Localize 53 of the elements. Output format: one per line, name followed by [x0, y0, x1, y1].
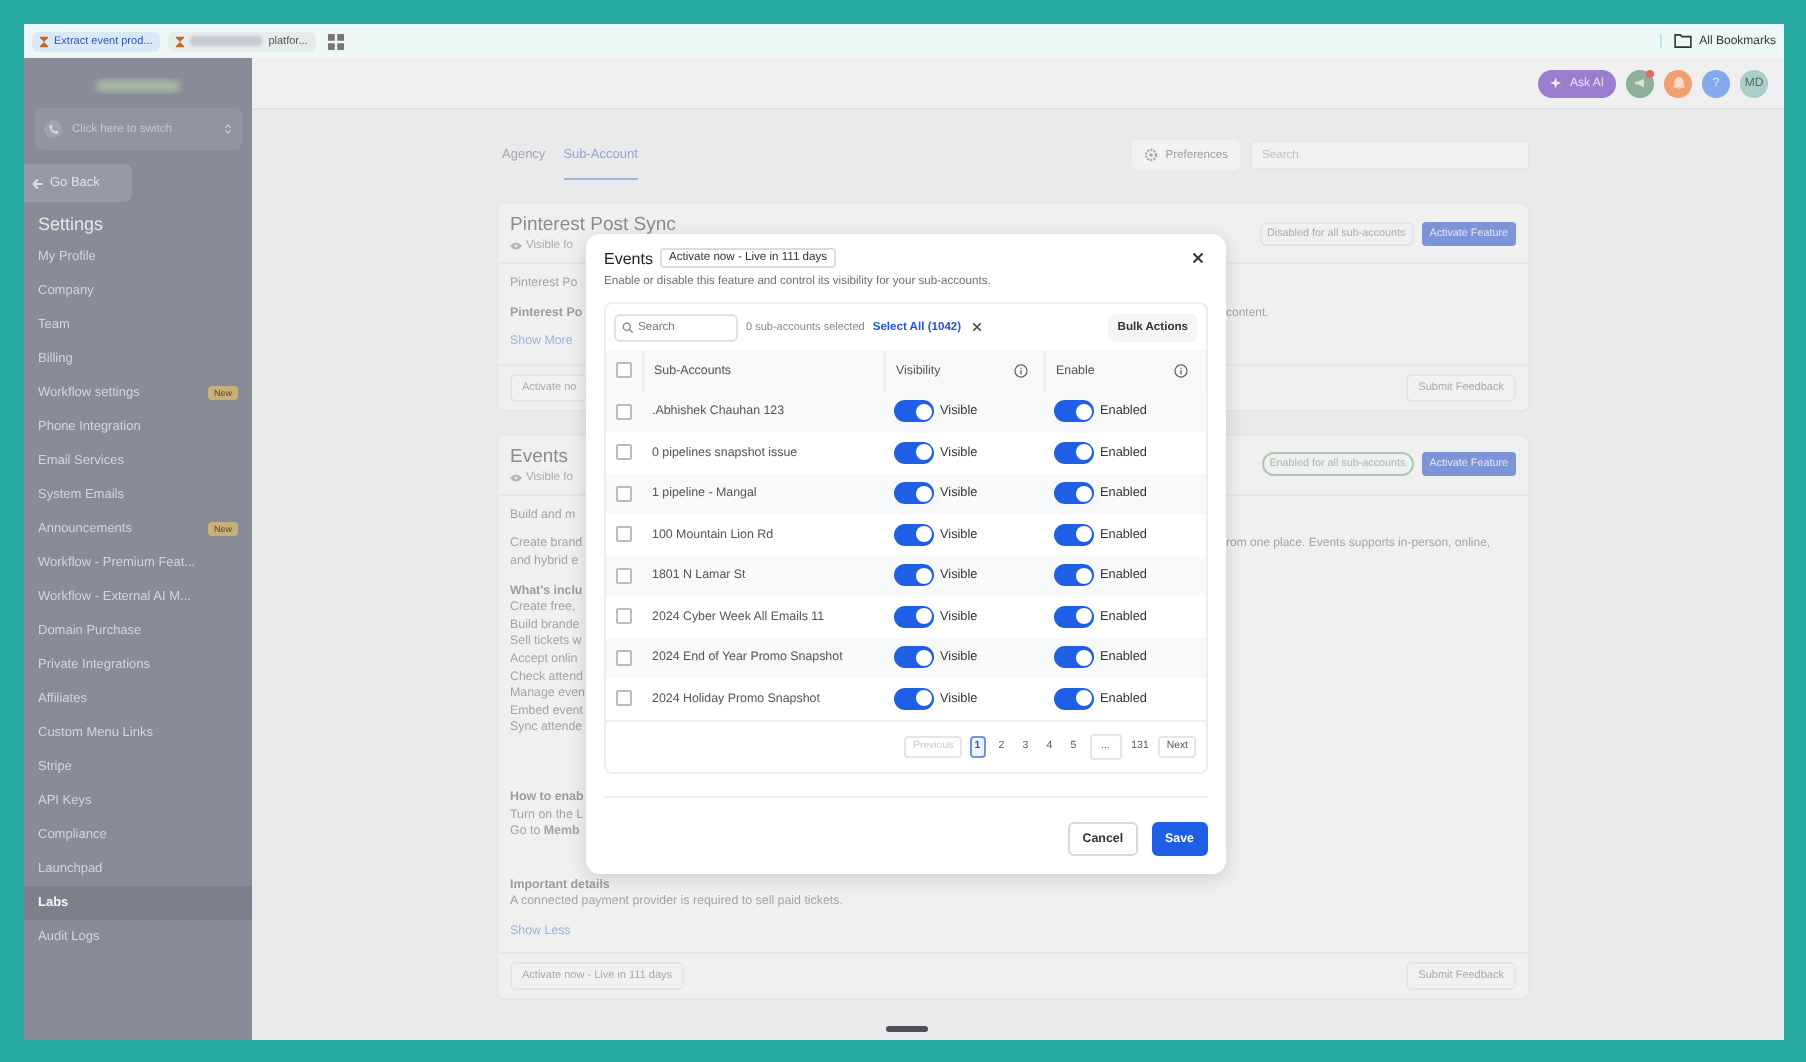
info-icon: [1174, 363, 1188, 378]
toggle-switch[interactable]: [894, 564, 934, 587]
toggle-switch[interactable]: [1054, 523, 1094, 546]
eye-icon: [510, 473, 522, 482]
hourglass-icon: [40, 35, 48, 47]
chevron-up-down-icon: [224, 122, 232, 136]
checkbox[interactable]: [616, 608, 632, 625]
toggle-switch[interactable]: [894, 523, 934, 546]
toggle-switch[interactable]: [894, 441, 934, 464]
toggle-switch[interactable]: [1054, 482, 1094, 505]
checkbox[interactable]: [616, 690, 632, 707]
checkbox[interactable]: [616, 403, 632, 420]
phone-icon: [44, 120, 62, 138]
checkbox[interactable]: [616, 444, 632, 461]
bell-icon: [1671, 76, 1685, 90]
folder-icon: [1673, 34, 1692, 48]
eye-icon: [510, 242, 522, 250]
toggle-switch[interactable]: [1054, 441, 1094, 464]
notification-dot: [1646, 69, 1654, 77]
toggle-switch[interactable]: [894, 646, 934, 669]
clear-selection-button[interactable]: [969, 319, 986, 335]
megaphone-icon: [1633, 76, 1647, 90]
close-icon: [1192, 252, 1204, 264]
toggle-switch[interactable]: [1054, 605, 1094, 628]
close-icon: [972, 322, 983, 332]
checkbox[interactable]: [616, 526, 632, 543]
card-title: Pinterest Post Sync: [510, 214, 676, 236]
gear-icon: [1143, 148, 1158, 162]
info-icon: [1014, 363, 1028, 378]
toggle-switch[interactable]: [894, 482, 934, 505]
toggle-switch[interactable]: [894, 605, 934, 628]
drag-handle[interactable]: [886, 1026, 928, 1032]
sparkle-icon: [1549, 76, 1564, 90]
checkbox[interactable]: [616, 567, 632, 584]
megaphone-button[interactable]: [1626, 69, 1654, 97]
toggle-switch[interactable]: [1054, 400, 1094, 423]
checkbox[interactable]: [616, 485, 632, 502]
search-icon: [622, 321, 634, 333]
toggle-switch[interactable]: [1054, 687, 1094, 710]
toggle-switch[interactable]: [894, 400, 934, 423]
checkbox[interactable]: [616, 362, 632, 379]
close-button[interactable]: [1188, 248, 1208, 268]
grid-icon[interactable]: [327, 33, 344, 49]
blurred-text-icon: [190, 36, 263, 46]
card-title: Events: [510, 445, 569, 468]
toggle-switch[interactable]: [1054, 646, 1094, 669]
toggle-switch[interactable]: [894, 687, 934, 710]
arrow-left-icon: [32, 177, 44, 189]
modal-title: Events: [604, 249, 653, 267]
hourglass-icon: [176, 35, 185, 47]
sidebar-heading: Settings: [36, 212, 106, 238]
toggle-switch[interactable]: [1054, 564, 1094, 587]
checkbox[interactable]: [616, 649, 632, 666]
